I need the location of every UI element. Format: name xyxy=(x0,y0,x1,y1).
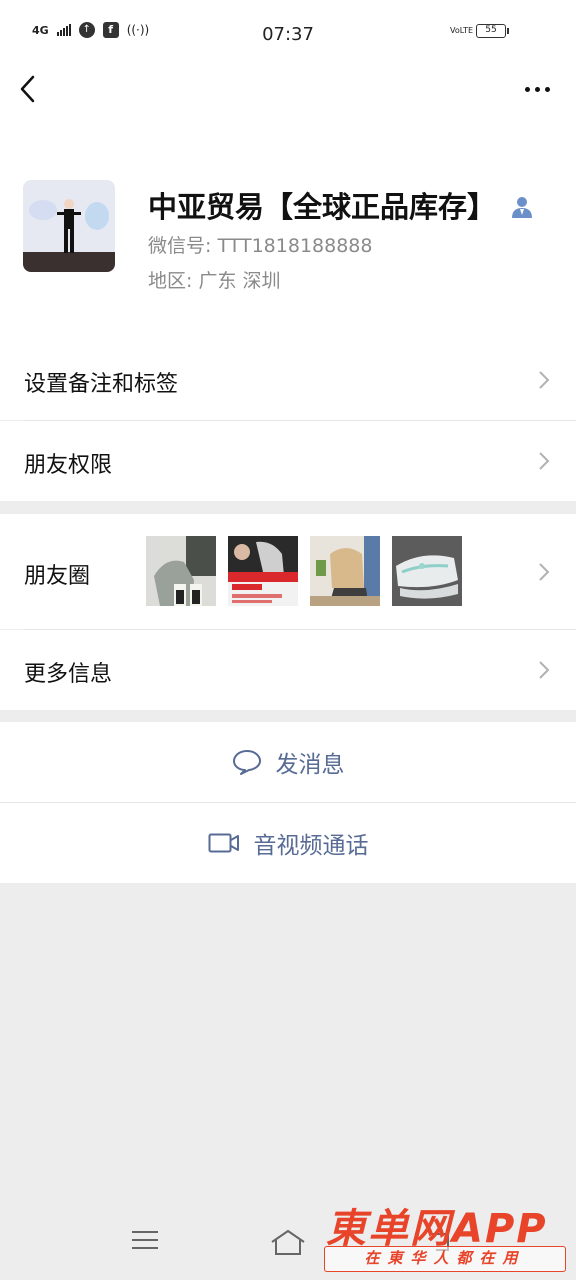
moment-thumbnail[interactable] xyxy=(310,536,380,606)
chevron-right-icon xyxy=(539,661,550,679)
watermark: 東单网APP 在東华人都在用 xyxy=(316,1196,566,1276)
status-right-icons: VoLTE 55 xyxy=(450,24,509,38)
battery-level: 55 xyxy=(485,25,497,35)
verified-user-icon xyxy=(510,192,534,226)
profile-name: 中亚贸易【全球正品库存】 xyxy=(148,184,534,226)
watermark-subtitle: 在東华人都在用 xyxy=(324,1246,566,1272)
back-arrow-icon[interactable] xyxy=(14,70,48,108)
video-camera-icon xyxy=(208,833,239,853)
send-message-label: 发消息 xyxy=(275,752,345,778)
chevron-right-icon xyxy=(539,452,550,470)
more-dots-icon[interactable] xyxy=(520,74,554,104)
avatar[interactable] xyxy=(23,180,115,272)
status-bar: 4G ↑ f ((·)) 07:37 VoLTE 55 xyxy=(0,0,576,64)
chevron-right-icon xyxy=(539,371,550,389)
message-bubble-icon xyxy=(232,750,261,775)
moment-thumbnail[interactable] xyxy=(146,536,216,606)
wechat-id: 微信号: TTT1818188888 xyxy=(148,235,373,257)
send-message-button[interactable]: 发消息 xyxy=(0,722,576,802)
row-remark[interactable]: 设置备注和标签 xyxy=(0,340,576,420)
volte-label: VoLTE xyxy=(450,26,474,35)
moment-thumbnail[interactable] xyxy=(228,536,298,606)
row-remark-label: 设置备注和标签 xyxy=(24,372,179,397)
row-more-info-label: 更多信息 xyxy=(24,662,113,687)
menu-icon[interactable] xyxy=(130,1228,160,1256)
chevron-right-icon xyxy=(539,563,550,581)
profile-name-text: 中亚贸易【全球正品库存】 xyxy=(148,190,497,224)
home-icon[interactable] xyxy=(269,1228,307,1260)
nav-bar xyxy=(0,64,576,124)
moment-thumbnail[interactable] xyxy=(392,536,462,606)
row-moments-label: 朋友圈 xyxy=(24,564,91,589)
battery-icon: 55 xyxy=(476,24,509,38)
row-moments[interactable]: 朋友圈 xyxy=(0,514,576,629)
row-permissions[interactable]: 朋友权限 xyxy=(0,421,576,501)
video-call-label: 音视频通话 xyxy=(253,833,369,859)
video-call-button[interactable]: 音视频通话 xyxy=(0,803,576,883)
profile-card: 中亚贸易【全球正品库存】 微信号: TTT1818188888 地区: 广东 深… xyxy=(0,124,576,340)
row-permissions-label: 朋友权限 xyxy=(24,453,113,478)
region: 地区: 广东 深圳 xyxy=(148,270,281,292)
row-more-info[interactable]: 更多信息 xyxy=(0,630,576,710)
moments-thumbnails xyxy=(146,536,462,606)
